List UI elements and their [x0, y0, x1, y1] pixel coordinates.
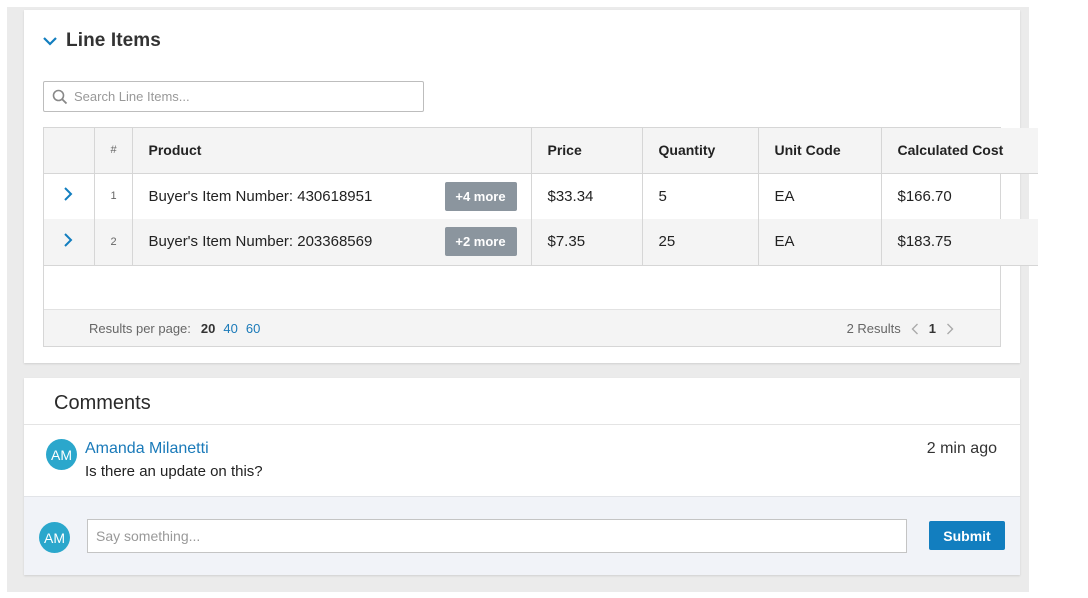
current-page[interactable]: 1 — [929, 321, 936, 336]
quantity-cell: 25 — [642, 219, 759, 266]
results-per-page-label: Results per page: — [89, 321, 191, 336]
table-row[interactable]: 2 Buyer's Item Number: 203368569 +2 more… — [44, 219, 1038, 266]
line-items-title: Line Items — [66, 30, 161, 51]
unit-code-cell: EA — [758, 219, 882, 266]
search-icon — [52, 89, 68, 104]
row-number: 2 — [94, 219, 133, 266]
next-page-icon[interactable] — [946, 323, 954, 335]
results-per-page: Results per page: 20 40 60 — [89, 321, 260, 336]
product-name: Buyer's Item Number: 430618951 — [148, 187, 373, 205]
line-items-table: # Product Price Quantity Unit Code Calcu… — [43, 127, 1038, 347]
comments-title: Comments — [54, 392, 151, 414]
row-expand-cell[interactable] — [44, 219, 95, 266]
chevron-right-icon[interactable] — [62, 233, 74, 247]
line-items-header[interactable]: Line Items — [42, 30, 161, 52]
per-page-option-60[interactable]: 60 — [246, 321, 260, 336]
col-calculated-cost[interactable]: Calculated Cost — [881, 128, 1038, 174]
table-row[interactable]: 1 Buyer's Item Number: 430618951 +4 more… — [44, 173, 1038, 219]
quantity-cell: 5 — [642, 173, 759, 219]
search-input[interactable] — [74, 89, 404, 104]
product-cell: Buyer's Item Number: 203368569 +2 more — [132, 219, 532, 266]
pagination: 2 Results 1 — [847, 321, 954, 336]
col-product[interactable]: Product — [132, 128, 532, 174]
col-number: # — [94, 128, 133, 174]
avatar: AM — [46, 439, 77, 470]
submit-button[interactable]: Submit — [929, 521, 1005, 550]
comment-text: Is there an update on this? — [85, 463, 263, 480]
avatar: AM — [39, 522, 70, 553]
col-quantity[interactable]: Quantity — [642, 128, 759, 174]
col-unit-code[interactable]: Unit Code — [758, 128, 882, 174]
product-name: Buyer's Item Number: 203368569 — [148, 233, 373, 251]
price-cell: $33.34 — [531, 173, 643, 219]
col-price[interactable]: Price — [531, 128, 643, 174]
price-cell: $7.35 — [531, 219, 643, 266]
line-items-panel: Line Items # Product Price Quantity Unit… — [24, 10, 1038, 363]
cost-cell: $183.75 — [881, 219, 1038, 266]
comment-input[interactable] — [87, 519, 907, 553]
cost-cell: $166.70 — [897, 187, 952, 205]
col-expand — [44, 128, 95, 174]
per-page-selected[interactable]: 20 — [201, 321, 215, 336]
prev-page-icon[interactable] — [911, 323, 919, 335]
per-page-option-40[interactable]: 40 — [223, 321, 237, 336]
comments-panel: Comments AM Amanda Milanetti Is there an… — [24, 378, 1020, 575]
row-expand-cell[interactable] — [44, 173, 95, 219]
comment-composer: AM Submit — [24, 496, 1020, 575]
line-items-search[interactable] — [43, 81, 424, 112]
row-number: 1 — [94, 173, 133, 219]
chevron-right-icon[interactable] — [62, 187, 74, 201]
comment-author[interactable]: Amanda Milanetti — [85, 440, 209, 458]
more-badge[interactable]: +4 more — [444, 181, 517, 211]
unit-code-cell: EA — [758, 173, 882, 219]
results-count: 2 Results — [846, 321, 901, 336]
table-footer: Results per page: 20 40 60 2 Results 1 — [44, 309, 1000, 346]
more-badge[interactable]: +2 more — [444, 227, 517, 257]
chevron-down-icon[interactable] — [42, 33, 58, 49]
comment-timestamp: 2 min ago — [926, 440, 997, 457]
table-header-row: # Product Price Quantity Unit Code Calcu… — [44, 128, 1038, 174]
product-cell: Buyer's Item Number: 430618951 +4 more — [132, 173, 532, 219]
divider — [24, 424, 1020, 425]
